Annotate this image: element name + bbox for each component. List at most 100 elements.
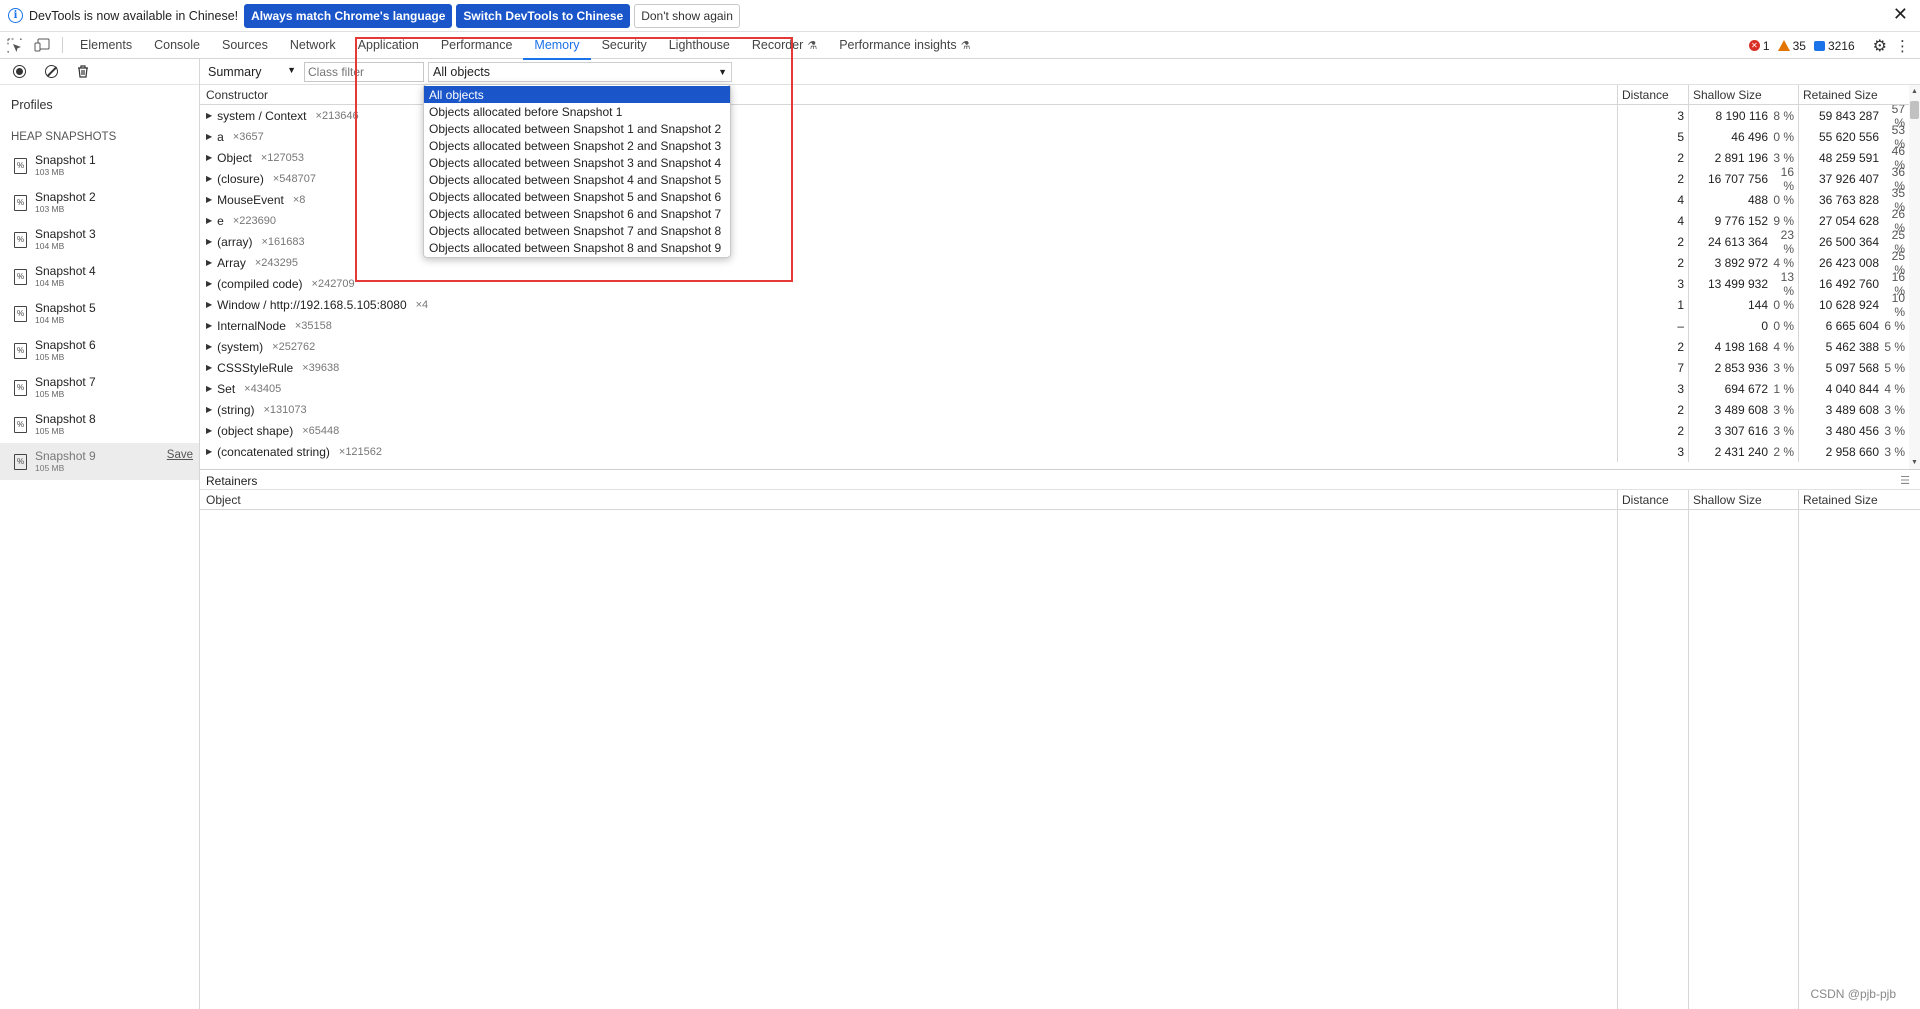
dont-show-again-button[interactable]: Don't show again bbox=[634, 3, 740, 28]
record-button[interactable] bbox=[8, 61, 30, 83]
expand-arrow-icon[interactable]: ▶ bbox=[206, 237, 212, 246]
tab-network[interactable]: Network bbox=[279, 32, 347, 59]
view-select[interactable]: Summary ▼ bbox=[208, 65, 296, 79]
expand-arrow-icon[interactable]: ▶ bbox=[206, 174, 212, 183]
retained-size-cell: 5 462 388 5 % bbox=[1799, 336, 1909, 357]
expand-arrow-icon[interactable]: ▶ bbox=[206, 405, 212, 414]
snapshot-item[interactable]: % Snapshot 2 103 MB bbox=[0, 184, 199, 221]
gear-icon[interactable]: ⚙ bbox=[1873, 36, 1887, 56]
snapshot-text: Snapshot 4 104 MB bbox=[35, 265, 96, 289]
dropdown-option[interactable]: Objects allocated between Snapshot 7 and… bbox=[424, 222, 730, 239]
dropdown-option[interactable]: Objects allocated between Snapshot 6 and… bbox=[424, 205, 730, 222]
tab-console[interactable]: Console bbox=[143, 32, 211, 59]
table-row[interactable]: ▶ CSSStyleRule ×39638 7 2 853 936 3 % 5 097 56… bbox=[200, 357, 1920, 378]
delete-button[interactable] bbox=[72, 61, 94, 83]
retainers-title: Retainers ☰ bbox=[200, 472, 1920, 490]
snapshot-item[interactable]: % Snapshot 1 103 MB bbox=[0, 147, 199, 184]
constructor-header[interactable]: Constructor bbox=[200, 85, 1618, 104]
tab-lighthouse[interactable]: Lighthouse bbox=[658, 32, 741, 59]
shallow-size-value: 4 198 168 bbox=[1714, 339, 1768, 354]
snapshot-item[interactable]: % Snapshot 5 104 MB bbox=[0, 295, 199, 332]
save-link[interactable]: Save bbox=[167, 449, 193, 461]
table-row[interactable]: ▶ (system) ×252762 2 4 198 168 4 % 5 462 388 5 … bbox=[200, 336, 1920, 357]
table-row[interactable]: ▶ Set ×43405 3 694 672 1 % 4 040 844 4 % bbox=[200, 378, 1920, 399]
dropdown-option[interactable]: Objects allocated between Snapshot 5 and… bbox=[424, 188, 730, 205]
table-row[interactable]: ▶ (object shape) ×65448 2 3 307 616 3 % 3 480 … bbox=[200, 420, 1920, 441]
snapshot-item[interactable]: % Snapshot 3 104 MB bbox=[0, 221, 199, 258]
dropdown-option[interactable]: All objects bbox=[424, 86, 730, 103]
scroll-down-icon[interactable]: ▼ bbox=[1911, 459, 1918, 466]
pane-resize-icon[interactable]: ☰ bbox=[1900, 474, 1910, 487]
match-language-button[interactable]: Always match Chrome's language bbox=[244, 3, 453, 28]
tab-sources[interactable]: Sources bbox=[211, 32, 279, 59]
warning-counter[interactable]: 35 bbox=[1777, 39, 1806, 53]
expand-arrow-icon[interactable]: ▶ bbox=[206, 279, 212, 288]
objects-filter-select[interactable]: All objects ▼ bbox=[428, 61, 732, 82]
snapshot-item[interactable]: % Snapshot 6 105 MB bbox=[0, 332, 199, 369]
expand-arrow-icon[interactable]: ▶ bbox=[206, 300, 212, 309]
expand-arrow-icon[interactable]: ▶ bbox=[206, 447, 212, 456]
retained-size-value: 26 423 008 bbox=[1818, 255, 1879, 270]
tab-memory[interactable]: Memory bbox=[523, 32, 591, 60]
constructor-name: system / Context bbox=[217, 108, 307, 123]
grid-scrollbar[interactable]: ▲ ▼ bbox=[1909, 85, 1920, 469]
snapshot-item[interactable]: % Snapshot 7 105 MB bbox=[0, 369, 199, 406]
constructor-name: InternalNode bbox=[217, 318, 286, 333]
expand-arrow-icon[interactable]: ▶ bbox=[206, 111, 212, 120]
expand-arrow-icon[interactable]: ▶ bbox=[206, 258, 212, 267]
object-header[interactable]: Object bbox=[200, 490, 1618, 509]
table-row[interactable]: ▶ Window / http://192.168.5.105:8080 ×4 1 14… bbox=[200, 291, 1920, 319]
dropdown-option[interactable]: Objects allocated before Snapshot 1 bbox=[424, 103, 730, 120]
dropdown-option[interactable]: Objects allocated between Snapshot 3 and… bbox=[424, 154, 730, 171]
expand-arrow-icon[interactable]: ▶ bbox=[206, 195, 212, 204]
table-row[interactable]: ▶ (string) ×131073 2 3 489 608 3 % 3 489 608 3 … bbox=[200, 399, 1920, 420]
retained-size-header[interactable]: Retained Size bbox=[1799, 490, 1909, 509]
tab-performance-insights[interactable]: Performance insights ⚗ bbox=[828, 32, 981, 59]
heap-snapshot-icon: % bbox=[14, 416, 27, 433]
close-icon[interactable]: ✕ bbox=[1893, 4, 1908, 25]
table-row[interactable]: ▶ InternalNode ×35158 – 0 0 % 6 665 604 6 % bbox=[200, 315, 1920, 336]
scroll-up-icon[interactable]: ▲ bbox=[1911, 88, 1918, 95]
snapshot-item[interactable]: % Snapshot 9 105 MB Save bbox=[0, 443, 199, 480]
expand-arrow-icon[interactable]: ▶ bbox=[206, 426, 212, 435]
tab-recorder[interactable]: Recorder ⚗ bbox=[741, 32, 828, 59]
retained-size-value: 55 620 556 bbox=[1818, 129, 1879, 144]
dropdown-option[interactable]: Objects allocated between Snapshot 2 and… bbox=[424, 137, 730, 154]
table-row[interactable]: ▶ (compiled code) ×242709 3 13 499 932 13 % 16… bbox=[200, 270, 1920, 298]
message-counter[interactable]: 3216 bbox=[1813, 39, 1855, 53]
retained-size-header[interactable]: Retained Size bbox=[1799, 85, 1909, 104]
expand-arrow-icon[interactable]: ▶ bbox=[206, 384, 212, 393]
class-filter-input[interactable] bbox=[304, 61, 424, 82]
scrollbar-thumb[interactable] bbox=[1910, 101, 1919, 119]
table-row[interactable]: ▶ (concatenated string) ×121562 3 2 431 240 2… bbox=[200, 441, 1920, 462]
tab-application[interactable]: Application bbox=[347, 32, 430, 59]
snapshot-item[interactable]: % Snapshot 8 105 MB bbox=[0, 406, 199, 443]
dropdown-option[interactable]: Objects allocated between Snapshot 8 and… bbox=[424, 239, 730, 256]
clear-button[interactable] bbox=[40, 61, 62, 83]
expand-arrow-icon[interactable]: ▶ bbox=[206, 321, 212, 330]
distance-header[interactable]: Distance bbox=[1618, 490, 1689, 509]
tab-elements[interactable]: Elements bbox=[69, 32, 143, 59]
tab-performance[interactable]: Performance bbox=[430, 32, 524, 59]
distance-header[interactable]: Distance bbox=[1618, 85, 1689, 104]
snapshot-item[interactable]: % Snapshot 4 104 MB bbox=[0, 258, 199, 295]
distance-cell: 2 bbox=[1618, 147, 1689, 168]
inspect-element-icon[interactable] bbox=[0, 32, 28, 59]
shallow-size-header[interactable]: Shallow Size bbox=[1689, 85, 1799, 104]
expand-arrow-icon[interactable]: ▶ bbox=[206, 342, 212, 351]
error-counter[interactable]: ✕ 1 bbox=[1748, 39, 1770, 53]
heap-snapshot-icon: % bbox=[14, 379, 27, 396]
expand-arrow-icon[interactable]: ▶ bbox=[206, 216, 212, 225]
dropdown-option[interactable]: Objects allocated between Snapshot 4 and… bbox=[424, 171, 730, 188]
tab-security[interactable]: Security bbox=[591, 32, 658, 59]
expand-arrow-icon[interactable]: ▶ bbox=[206, 132, 212, 141]
expand-arrow-icon[interactable]: ▶ bbox=[206, 363, 212, 372]
expand-arrow-icon[interactable]: ▶ bbox=[206, 153, 212, 162]
switch-language-button[interactable]: Switch DevTools to Chinese bbox=[456, 3, 631, 28]
retained-size-value: 3 489 608 bbox=[1825, 402, 1879, 417]
dropdown-option[interactable]: Objects allocated between Snapshot 1 and… bbox=[424, 120, 730, 137]
device-toolbar-icon[interactable] bbox=[28, 32, 56, 59]
shallow-size-header[interactable]: Shallow Size bbox=[1689, 490, 1799, 509]
retained-size-cell: 5 097 568 5 % bbox=[1799, 357, 1909, 378]
more-options-icon[interactable]: ⋮ bbox=[1895, 37, 1910, 55]
